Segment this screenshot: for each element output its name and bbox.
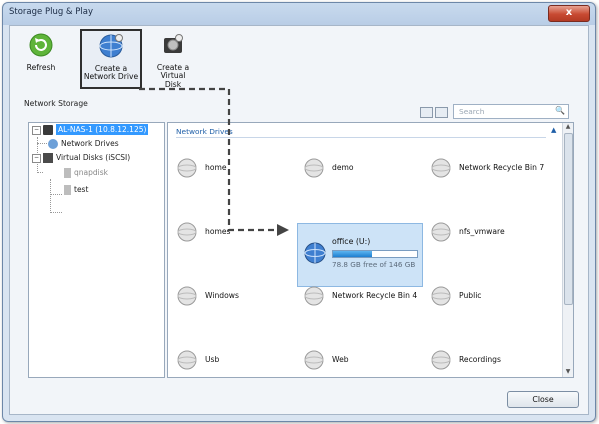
dashed-arrow-annotation [139,87,289,236]
app-window: Storage Plug & Play x Refresh Create a N… [2,2,596,422]
